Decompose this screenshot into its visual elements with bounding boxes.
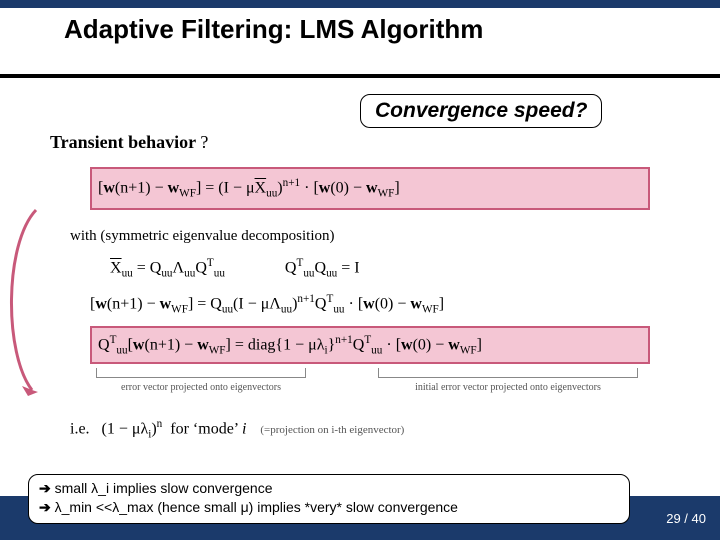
heading-text: Transient behavior: [50, 132, 196, 152]
brace-right-line: [378, 368, 638, 378]
ie-prefix: i.e.: [70, 420, 90, 437]
ie-line: i.e. (1 − μλi)n for ‘mode’ i (=projectio…: [70, 418, 690, 441]
equation-2: [w(n+1) − wWF] = Quu(I − μΛuu)n+1QTuu · …: [90, 293, 650, 316]
brace-right-text: initial error vector projected onto eige…: [378, 382, 638, 393]
content-area: Transient behavior ? [w(n+1) − wWF] = (I…: [50, 132, 690, 441]
eq-decomposition: Xuu = QuuΛuuQTuu: [110, 257, 225, 280]
footer-line-2: ➔ λ_min <<λ_max (hence small μ) implies …: [39, 498, 619, 517]
callout-convergence: Convergence speed?: [360, 94, 602, 128]
arrow-right-icon: ➔: [39, 499, 51, 515]
with-line: with (symmetric eigenvalue decomposition…: [70, 228, 690, 245]
equation-row: Xuu = QuuΛuuQTuu QTuuQuu = I: [110, 257, 650, 280]
equation-box-1: [w(n+1) − wWF] = (I − μXuu)n+1 · [w(0) −…: [90, 167, 650, 210]
curved-arrow-icon: [0, 204, 42, 404]
footer-line-1: ➔ small λ_i implies slow convergence: [39, 479, 619, 498]
page-current: 29: [666, 511, 680, 526]
section-heading: Transient behavior ?: [50, 132, 690, 153]
heading-mark: ?: [200, 132, 208, 152]
equation-box-2: QTuu[w(n+1) − wWF] = diag{1 − μλi}n+1QTu…: [90, 326, 650, 365]
footer-callout: ➔ small λ_i implies slow convergence ➔ λ…: [28, 474, 630, 524]
brace-labels: error vector projected onto eigenvectors…: [90, 372, 650, 412]
slide: Adaptive Filtering: LMS Algorithm Conver…: [0, 0, 720, 540]
page-title: Adaptive Filtering: LMS Algorithm: [0, 8, 720, 78]
arrow-right-icon: ➔: [39, 480, 51, 496]
page-number: 29 / 40: [666, 511, 706, 526]
ie-note: (=projection on i-th eigenvector): [260, 424, 404, 436]
brace-left-text: error vector projected onto eigenvectors: [96, 382, 306, 393]
page-total: 40: [692, 511, 706, 526]
brace-left-line: [96, 368, 306, 378]
eq-orthonormal: QTuuQuu = I: [285, 257, 360, 280]
